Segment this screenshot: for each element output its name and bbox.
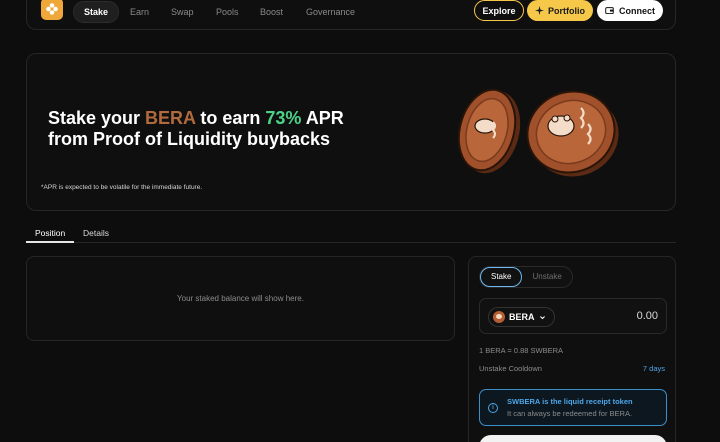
portfolio-label: Portfolio [548,5,585,16]
sparkle-icon [535,6,544,15]
position-card: Your staked balance will show here. [26,256,455,341]
hero-title-apr: 73% [265,108,302,128]
nav-earn[interactable]: Earn [130,1,149,23]
connect-label: Connect [619,5,655,16]
bera-token-icon [493,311,505,323]
info-title: SWBERA is the liquid receipt token [507,397,633,406]
token-selector[interactable]: BERA [488,307,555,327]
hero-title-suffix: APR [301,108,344,128]
position-tabs: Position Details [26,226,676,243]
chevron-down-icon [539,315,545,319]
tab-details[interactable]: Details [83,228,109,238]
stake-submit-button[interactable] [479,435,667,442]
unstake-toggle-button[interactable]: Unstake [522,267,571,287]
hero-title-middle: to earn [195,108,266,128]
stake-panel: Stake Unstake BERA 0.00 1 BERA = 0.88 SW… [468,256,676,442]
info-subtitle: It can always be redeemed for BERA. [507,409,633,418]
portfolio-button[interactable]: Portfolio [527,0,593,21]
wallet-icon [605,7,614,15]
active-tab-indicator [26,241,74,243]
amount-value[interactable]: 0.00 [637,310,658,322]
app-logo[interactable] [41,0,63,20]
info-icon: i [488,403,498,413]
amount-input-box[interactable]: BERA 0.00 [479,298,667,334]
top-navbar: Stake Earn Swap Pools Boost Governance E… [26,0,676,30]
cooldown-value: 7 days [642,364,665,373]
hero-title: Stake your BERA to earn 73% APR from Pro… [48,108,344,150]
nav-governance[interactable]: Governance [306,1,355,23]
exchange-rate: 1 BERA = 0.88 SWBERA [479,346,563,355]
stake-toggle-button[interactable]: Stake [480,267,523,287]
hero-title-prefix: Stake your [48,108,146,128]
cooldown-label: Unstake Cooldown [479,364,542,373]
empty-balance-text: Your staked balance will show here. [177,294,304,303]
nav-boost[interactable]: Boost [260,1,283,23]
explore-label: Explore [482,5,516,16]
hero-title-token: BERA [145,108,196,128]
coin-right [526,90,619,177]
nav-pools[interactable]: Pools [216,1,239,23]
stake-unstake-toggle: Stake Unstake [479,266,573,288]
hero-title-line2: from Proof of Liquidity buybacks [48,129,331,149]
info-callout: i SWBERA is the liquid receipt token It … [479,389,667,426]
connect-button[interactable]: Connect [597,0,663,21]
nav-swap[interactable]: Swap [171,1,194,23]
hero-banner: Stake your BERA to earn 73% APR from Pro… [26,53,676,211]
nav-stake[interactable]: Stake [73,1,120,23]
explore-button[interactable]: Explore [474,0,524,21]
token-symbol: BERA [509,312,535,322]
coin-left [457,88,521,174]
apr-disclaimer: *APR is expected to be volatile for the … [41,184,203,191]
bera-coins-illustration [457,88,619,177]
tab-position[interactable]: Position [35,228,65,238]
flower-logo-icon [46,3,58,15]
